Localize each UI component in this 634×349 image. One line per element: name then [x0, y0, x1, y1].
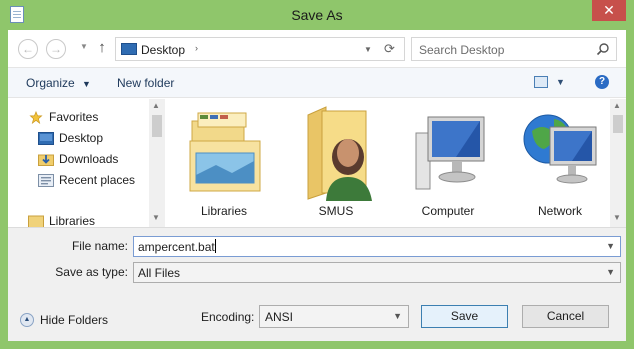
- save-type-value: All Files: [138, 266, 181, 280]
- chevron-down-icon[interactable]: ▼: [393, 311, 402, 321]
- view-options-dropdown[interactable]: ▼: [556, 77, 565, 87]
- cancel-button[interactable]: Cancel: [522, 305, 609, 328]
- back-button[interactable]: ←: [18, 39, 38, 59]
- file-label: Libraries: [200, 204, 248, 218]
- list-item[interactable]: Computer: [398, 99, 498, 227]
- file-label: SMUS: [318, 204, 354, 218]
- scrollbar-thumb[interactable]: [613, 115, 623, 133]
- scrollbar-thumb[interactable]: [152, 115, 162, 137]
- save-as-dialog: Save As ✕ ← → ▼ ↑ Desktop › ▼ ⟳ Search D…: [0, 0, 634, 349]
- address-bar[interactable]: Desktop › ▼ ⟳: [115, 37, 405, 61]
- star-icon: [29, 111, 43, 124]
- text-caret: [215, 239, 216, 253]
- scroll-up-icon[interactable]: ▲: [152, 101, 160, 110]
- chevron-down-icon[interactable]: ▼: [606, 241, 615, 251]
- scroll-down-icon[interactable]: ▼: [152, 213, 160, 222]
- change-view-icon[interactable]: [534, 76, 548, 88]
- recent-locations-dropdown[interactable]: ▼: [80, 42, 88, 51]
- forward-button[interactable]: →: [46, 39, 66, 59]
- refresh-icon[interactable]: ⟳: [384, 41, 395, 57]
- address-dropdown-icon[interactable]: ▼: [364, 45, 372, 54]
- file-list: Libraries SMUS Computer Network: [165, 99, 610, 227]
- chevron-down-icon[interactable]: ▼: [606, 267, 615, 277]
- up-button[interactable]: ↑: [95, 38, 109, 58]
- libraries-icon: [189, 112, 261, 192]
- file-list-scrollbar[interactable]: ▲ ▼: [610, 99, 626, 227]
- network-icon: [523, 114, 597, 184]
- sidebar-item-label: Downloads: [59, 152, 119, 166]
- hide-folders-button[interactable]: Hide Folders: [40, 313, 108, 327]
- sidebar-item-label: Recent places: [59, 173, 136, 187]
- desktop-icon: [38, 132, 54, 145]
- list-item[interactable]: Network: [510, 99, 610, 227]
- sidebar-item-label: Desktop: [59, 131, 104, 145]
- search-icon[interactable]: [596, 42, 610, 56]
- recent-places-icon: [38, 174, 54, 187]
- navigation-bar: ← → ▼ ↑ Desktop › ▼ ⟳ Search Desktop: [8, 30, 626, 67]
- help-icon[interactable]: ?: [595, 75, 609, 89]
- file-name-label: File name:: [71, 239, 128, 253]
- navigation-scrollbar[interactable]: ▲ ▼: [149, 99, 165, 227]
- user-folder-icon: [307, 106, 372, 201]
- save-type-label: Save as type:: [55, 265, 128, 279]
- encoding-select[interactable]: ANSI ▼: [259, 305, 409, 328]
- dialog-footer: ▲ Hide Folders Encoding: ANSI ▼ Save Can…: [8, 285, 626, 341]
- scroll-down-icon[interactable]: ▼: [613, 213, 621, 222]
- new-folder-button[interactable]: New folder: [117, 76, 174, 90]
- list-item[interactable]: SMUS: [286, 99, 386, 227]
- navigation-pane: Favorites Desktop Downloads Recent place…: [8, 99, 165, 227]
- computer-icon: [415, 116, 485, 190]
- file-label: Network: [537, 204, 582, 218]
- downloads-icon: [38, 154, 54, 166]
- save-button[interactable]: Save: [421, 305, 508, 328]
- window-title: Save As: [291, 7, 343, 23]
- command-toolbar: Organize ▼ New folder ▼ ?: [8, 67, 626, 98]
- organize-label: Organize: [26, 76, 75, 90]
- sidebar-item-label: Libraries: [49, 214, 96, 227]
- file-name-value[interactable]: ampercent.bat: [138, 240, 215, 254]
- title-bar[interactable]: Save As ✕: [0, 0, 634, 30]
- list-item[interactable]: Libraries: [174, 99, 274, 227]
- desktop-icon: [121, 43, 137, 55]
- dialog-body: ← → ▼ ↑ Desktop › ▼ ⟳ Search Desktop Org…: [8, 30, 626, 341]
- chevron-up-icon[interactable]: ▲: [20, 313, 34, 327]
- address-location[interactable]: Desktop: [141, 43, 185, 57]
- encoding-value: ANSI: [265, 310, 294, 324]
- save-options-panel: File name: ampercent.bat ▼ Save as type:…: [8, 227, 626, 285]
- scroll-up-icon[interactable]: ▲: [613, 101, 621, 110]
- search-placeholder: Search Desktop: [419, 43, 505, 57]
- search-input[interactable]: Search Desktop: [411, 37, 617, 61]
- file-name-field[interactable]: ampercent.bat ▼: [133, 236, 621, 257]
- file-label: Computer: [421, 204, 475, 218]
- save-type-select[interactable]: All Files ▼: [133, 262, 621, 283]
- close-button[interactable]: ✕: [592, 0, 626, 21]
- breadcrumb-chevron-icon[interactable]: ›: [195, 43, 198, 53]
- organize-button[interactable]: Organize ▼: [26, 76, 91, 90]
- chevron-down-icon: ▼: [82, 79, 91, 89]
- sidebar-item-label: Favorites: [49, 110, 99, 124]
- libraries-icon: [28, 215, 44, 227]
- encoding-label: Encoding:: [201, 310, 255, 324]
